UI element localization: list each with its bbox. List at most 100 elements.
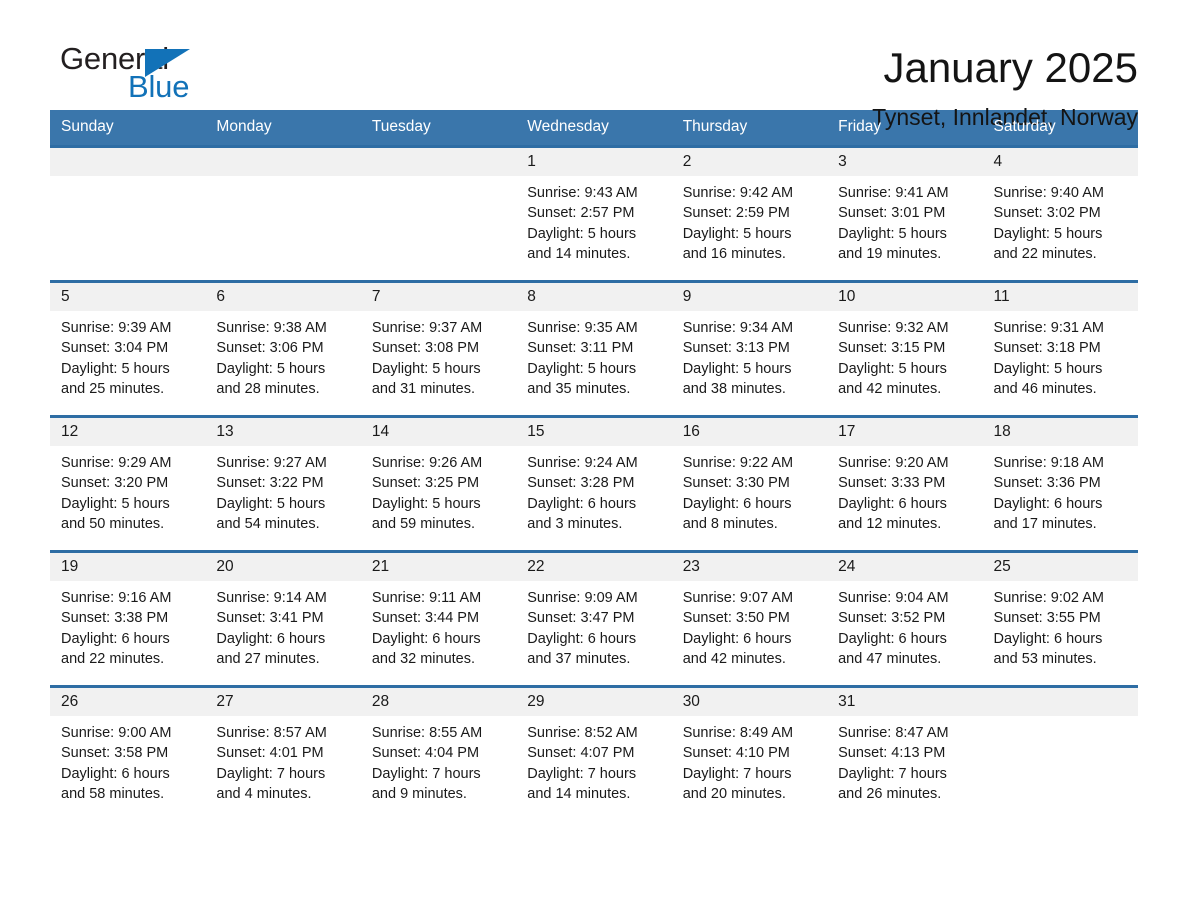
- calendar-day-cell[interactable]: 30 Sunrise: 8:49 AM Sunset: 4:10 PM Dayligh…: [671, 685, 828, 822]
- daylight-text: Daylight: 5 hours and 59 minutes.: [371, 495, 481, 532]
- daylight-text: Daylight: 5 hours and 54 minutes.: [216, 495, 326, 532]
- calendar-day-cell[interactable]: 25 Sunrise: 9:02 AM Sunset: 3:55 PM Dayligh…: [982, 550, 1138, 687]
- calendar-day-cell-empty: [205, 145, 361, 282]
- calendar-day-cell[interactable]: 5 Sunrise: 9:39 AM Sunset: 3:04 PM Daylight…: [50, 280, 206, 417]
- sunset-text: Sunset: 3:08 PM: [371, 340, 480, 357]
- sunrise-text: Sunrise: 9:34 AM: [682, 320, 794, 336]
- day-number: 28: [360, 688, 517, 716]
- sunrise-text: Sunrise: 8:55 AM: [371, 725, 483, 741]
- sunset-text: Sunset: 4:10 PM: [682, 745, 790, 762]
- calendar-day-cell[interactable]: 24 Sunrise: 9:04 AM Sunset: 3:52 PM Dayligh…: [827, 550, 983, 687]
- day-info: Sunrise: 9:43 AM Sunset: 2:57 PM Daylight:…: [516, 176, 671, 264]
- calendar-day-cell[interactable]: 8 Sunrise: 9:35 AM Sunset: 3:11 PM Daylight…: [516, 280, 672, 417]
- weekday-header-sunday: Sunday: [50, 110, 206, 147]
- day-number: 27: [205, 688, 361, 716]
- sunrise-text: Sunrise: 9:29 AM: [61, 455, 172, 471]
- day-number: 23: [671, 553, 828, 581]
- daylight-text: Daylight: 6 hours and 8 minutes.: [682, 495, 792, 532]
- day-info: Sunrise: 9:27 AM Sunset: 3:22 PM Daylight:…: [205, 446, 360, 534]
- calendar-day-cell[interactable]: 19 Sunrise: 9:16 AM Sunset: 3:38 PM Dayligh…: [50, 550, 206, 687]
- day-cell-inner: 14 Sunrise: 9:26 AM Sunset: 3:25 PM Dayligh…: [360, 418, 517, 550]
- sunrise-text: Sunrise: 9:24 AM: [527, 455, 638, 471]
- sunrise-text: Sunrise: 9:27 AM: [216, 455, 327, 471]
- day-info: Sunrise: 8:57 AM Sunset: 4:01 PM Daylight:…: [205, 716, 360, 804]
- sunset-text: Sunset: 4:01 PM: [216, 745, 324, 762]
- calendar-day-cell[interactable]: 22 Sunrise: 9:09 AM Sunset: 3:47 PM Dayligh…: [516, 550, 672, 687]
- calendar-day-cell[interactable]: 17 Sunrise: 9:20 AM Sunset: 3:33 PM Dayligh…: [827, 415, 983, 552]
- weekday-header-tuesday: Tuesday: [360, 110, 517, 147]
- day-number: 7: [360, 283, 517, 311]
- sunrise-text: Sunrise: 9:35 AM: [527, 320, 638, 336]
- sunrise-text: Sunrise: 9:32 AM: [838, 320, 949, 336]
- day-info: Sunrise: 9:31 AM Sunset: 3:18 PM Daylight:…: [983, 311, 1138, 399]
- day-info: Sunrise: 9:42 AM Sunset: 2:59 PM Daylight:…: [672, 176, 827, 264]
- day-info: Sunrise: 9:00 AM Sunset: 3:58 PM Daylight:…: [50, 716, 205, 804]
- calendar-day-cell[interactable]: 18 Sunrise: 9:18 AM Sunset: 3:36 PM Dayligh…: [982, 415, 1138, 552]
- day-cell-inner: 7 Sunrise: 9:37 AM Sunset: 3:08 PM Daylight…: [360, 283, 517, 415]
- day-cell-inner: [360, 148, 517, 280]
- calendar-day-cell[interactable]: 31 Sunrise: 8:47 AM Sunset: 4:13 PM Dayligh…: [827, 685, 983, 822]
- sunset-text: Sunset: 4:13 PM: [838, 745, 946, 762]
- day-number: 3: [827, 148, 983, 176]
- sunset-text: Sunset: 2:57 PM: [527, 205, 635, 222]
- sunrise-text: Sunrise: 9:00 AM: [61, 725, 172, 741]
- day-info: Sunrise: 9:24 AM Sunset: 3:28 PM Daylight:…: [516, 446, 671, 534]
- brand-logo[interactable]: General Blue: [50, 42, 260, 114]
- calendar-day-cell[interactable]: 28 Sunrise: 8:55 AM Sunset: 4:04 PM Dayligh…: [360, 685, 517, 822]
- sunrise-text: Sunrise: 8:57 AM: [216, 725, 327, 741]
- calendar-day-cell[interactable]: 9 Sunrise: 9:34 AM Sunset: 3:13 PM Daylight…: [671, 280, 828, 417]
- day-number: [50, 148, 206, 176]
- daylight-text: Daylight: 7 hours and 20 minutes.: [682, 765, 792, 802]
- calendar-day-cell[interactable]: 12 Sunrise: 9:29 AM Sunset: 3:20 PM Dayligh…: [50, 415, 206, 552]
- sunset-text: Sunset: 3:38 PM: [61, 610, 169, 627]
- day-cell-inner: 17 Sunrise: 9:20 AM Sunset: 3:33 PM Dayligh…: [827, 418, 983, 550]
- calendar-day-cell[interactable]: 15 Sunrise: 9:24 AM Sunset: 3:28 PM Dayligh…: [516, 415, 672, 552]
- sunrise-text: Sunrise: 9:09 AM: [527, 590, 638, 606]
- calendar-day-cell[interactable]: 7 Sunrise: 9:37 AM Sunset: 3:08 PM Daylight…: [360, 280, 517, 417]
- day-number: 6: [205, 283, 361, 311]
- calendar-day-cell[interactable]: 10 Sunrise: 9:32 AM Sunset: 3:15 PM Dayligh…: [827, 280, 983, 417]
- calendar-day-cell[interactable]: 23 Sunrise: 9:07 AM Sunset: 3:50 PM Dayligh…: [671, 550, 828, 687]
- sunset-text: Sunset: 3:04 PM: [61, 340, 169, 357]
- weekday-header-thursday: Thursday: [671, 110, 828, 147]
- calendar-day-cell[interactable]: 11 Sunrise: 9:31 AM Sunset: 3:18 PM Dayligh…: [982, 280, 1138, 417]
- sunset-text: Sunset: 3:01 PM: [838, 205, 946, 222]
- calendar-day-cell[interactable]: 2 Sunrise: 9:42 AM Sunset: 2:59 PM Daylight…: [671, 145, 828, 282]
- sunset-text: Sunset: 3:33 PM: [838, 475, 946, 492]
- sunrise-text: Sunrise: 8:49 AM: [682, 725, 794, 741]
- calendar-day-cell[interactable]: 27 Sunrise: 8:57 AM Sunset: 4:01 PM Dayligh…: [205, 685, 361, 822]
- day-number: [360, 148, 517, 176]
- day-cell-inner: 9 Sunrise: 9:34 AM Sunset: 3:13 PM Daylight…: [671, 283, 828, 415]
- calendar-day-cell[interactable]: 13 Sunrise: 9:27 AM Sunset: 3:22 PM Dayligh…: [205, 415, 361, 552]
- calendar-day-cell[interactable]: 21 Sunrise: 9:11 AM Sunset: 3:44 PM Dayligh…: [360, 550, 517, 687]
- sunset-text: Sunset: 3:06 PM: [216, 340, 324, 357]
- sunrise-text: Sunrise: 9:26 AM: [371, 455, 483, 471]
- daylight-text: Daylight: 6 hours and 22 minutes.: [61, 630, 170, 667]
- calendar-day-cell[interactable]: 20 Sunrise: 9:14 AM Sunset: 3:41 PM Dayligh…: [205, 550, 361, 687]
- sunset-text: Sunset: 3:55 PM: [993, 610, 1101, 627]
- calendar-day-cell[interactable]: 1 Sunrise: 9:43 AM Sunset: 2:57 PM Daylight…: [516, 145, 672, 282]
- day-number: 15: [516, 418, 672, 446]
- calendar-page: General Blue January 2025 Tynset, Innlan…: [0, 0, 1188, 918]
- day-info: Sunrise: 9:09 AM Sunset: 3:47 PM Daylight:…: [516, 581, 671, 669]
- day-info: Sunrise: 9:37 AM Sunset: 3:08 PM Daylight:…: [361, 311, 516, 399]
- sunset-text: Sunset: 3:20 PM: [61, 475, 169, 492]
- sunset-text: Sunset: 3:50 PM: [682, 610, 790, 627]
- calendar-day-cell[interactable]: 6 Sunrise: 9:38 AM Sunset: 3:06 PM Daylight…: [205, 280, 361, 417]
- daylight-text: Daylight: 6 hours and 53 minutes.: [993, 630, 1103, 667]
- calendar-day-cell[interactable]: 26 Sunrise: 9:00 AM Sunset: 3:58 PM Dayligh…: [50, 685, 206, 822]
- sunset-text: Sunset: 3:28 PM: [527, 475, 635, 492]
- sunset-text: Sunset: 3:18 PM: [993, 340, 1101, 357]
- calendar-day-cell[interactable]: 29 Sunrise: 8:52 AM Sunset: 4:07 PM Dayligh…: [516, 685, 672, 822]
- sunrise-text: Sunrise: 9:37 AM: [371, 320, 483, 336]
- calendar-day-cell[interactable]: 16 Sunrise: 9:22 AM Sunset: 3:30 PM Dayligh…: [671, 415, 828, 552]
- calendar-day-cell[interactable]: 3 Sunrise: 9:41 AM Sunset: 3:01 PM Daylight…: [827, 145, 983, 282]
- day-number: 14: [360, 418, 517, 446]
- sunrise-text: Sunrise: 9:18 AM: [993, 455, 1104, 471]
- day-info: Sunrise: 9:38 AM Sunset: 3:06 PM Daylight:…: [205, 311, 360, 399]
- day-info: Sunrise: 9:02 AM Sunset: 3:55 PM Daylight:…: [983, 581, 1138, 669]
- calendar-day-cell[interactable]: 14 Sunrise: 9:26 AM Sunset: 3:25 PM Dayligh…: [360, 415, 517, 552]
- daylight-text: Daylight: 6 hours and 42 minutes.: [682, 630, 792, 667]
- calendar-day-cell[interactable]: 4 Sunrise: 9:40 AM Sunset: 3:02 PM Daylight…: [982, 145, 1138, 282]
- day-info: Sunrise: 9:11 AM Sunset: 3:44 PM Daylight:…: [361, 581, 516, 669]
